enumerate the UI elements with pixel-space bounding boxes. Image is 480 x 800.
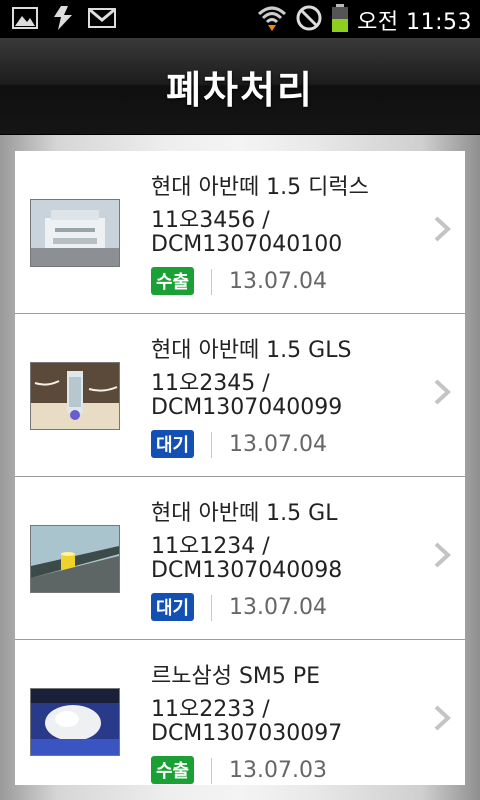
no-signal-icon <box>295 4 323 36</box>
clock: 오전 11:53 <box>357 10 472 35</box>
plate-number: 11오2345 / <box>151 371 270 396</box>
vehicle-thumbnail <box>30 525 120 593</box>
battery-icon <box>331 3 349 37</box>
document-number: DCM1307030097 <box>151 721 343 746</box>
chevron-right-icon[interactable] <box>433 704 451 736</box>
divider <box>211 432 212 458</box>
chevron-right-icon[interactable] <box>433 541 451 573</box>
item-date: 13.07.04 <box>229 432 327 457</box>
scrapping-list[interactable]: 현대 아반떼 1.5 디럭스 11오3456 / DCM1307040100 수… <box>15 151 465 785</box>
vehicle-thumbnail <box>30 199 120 267</box>
document-number: DCM1307040098 <box>151 558 343 583</box>
page-title: 폐차처리 <box>166 67 314 112</box>
title-bar: 폐차처리 <box>0 38 480 135</box>
list-item[interactable]: 르노삼성 SM5 PE 11오2233 / DCM1307030097 수출 1… <box>15 640 465 785</box>
item-date: 13.07.04 <box>229 595 327 620</box>
status-bar: 오전 11:53 <box>0 0 480 38</box>
document-number: DCM1307040099 <box>151 395 343 420</box>
wifi-icon <box>257 4 287 36</box>
list-item[interactable]: 현대 아반떼 1.5 GLS 11오2345 / DCM1307040099 대… <box>15 314 465 477</box>
vehicle-thumbnail <box>30 688 120 756</box>
chevron-right-icon[interactable] <box>433 378 451 410</box>
divider <box>211 269 212 295</box>
gmail-icon <box>88 7 116 33</box>
divider <box>211 595 212 621</box>
vehicle-thumbnail <box>30 362 120 430</box>
divider <box>211 758 212 784</box>
vehicle-model: 르노삼성 SM5 PE <box>151 664 321 689</box>
plate-number: 11오3456 / <box>151 208 270 233</box>
status-badge: 대기 <box>151 593 195 621</box>
document-number: DCM1307040100 <box>151 232 343 257</box>
status-badge: 수출 <box>151 267 195 295</box>
status-badge: 대기 <box>151 430 195 458</box>
status-badge: 수출 <box>151 756 195 784</box>
gallery-icon <box>12 6 38 34</box>
usb-debug-icon <box>52 5 74 35</box>
list-item[interactable]: 현대 아반떼 1.5 GL 11오1234 / DCM1307040098 대기… <box>15 477 465 640</box>
vehicle-model: 현대 아반떼 1.5 GL <box>151 501 338 526</box>
vehicle-model: 현대 아반떼 1.5 디럭스 <box>151 175 369 200</box>
item-date: 13.07.04 <box>229 269 327 294</box>
item-date: 13.07.03 <box>229 758 327 783</box>
plate-number: 11오1234 / <box>151 534 270 559</box>
vehicle-model: 현대 아반떼 1.5 GLS <box>151 338 352 363</box>
list-item[interactable]: 현대 아반떼 1.5 디럭스 11오3456 / DCM1307040100 수… <box>15 151 465 314</box>
plate-number: 11오2233 / <box>151 697 270 722</box>
chevron-right-icon[interactable] <box>433 215 451 247</box>
